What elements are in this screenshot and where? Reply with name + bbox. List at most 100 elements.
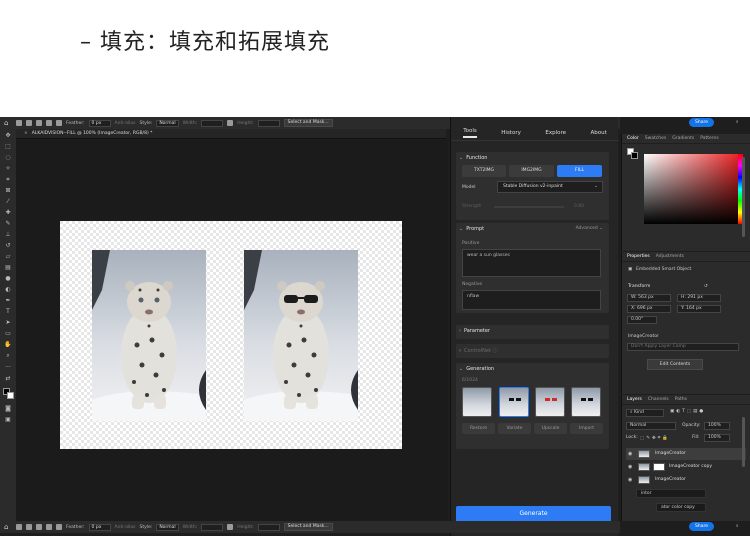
intersect-selection-icon[interactable] xyxy=(56,120,62,126)
lock-icons[interactable]: ⬚✎✥⌗🔒 xyxy=(640,435,670,441)
healing-brush-icon[interactable]: ✚ xyxy=(4,210,12,216)
marquee-tool-icon[interactable] xyxy=(16,120,22,126)
tab-about[interactable]: About xyxy=(590,130,606,136)
eye-icon[interactable]: ◉ xyxy=(628,448,632,460)
share-button[interactable]: Share xyxy=(689,118,714,127)
variate-button[interactable]: Variate xyxy=(498,423,531,434)
controlnet-section[interactable]: › ControlNet ⓘ xyxy=(456,344,609,358)
opacity-input[interactable]: 100% xyxy=(704,422,730,430)
layer-filter-select[interactable]: ⌕ Kind xyxy=(626,409,664,417)
upscale-button[interactable]: Upscale xyxy=(534,423,567,434)
angle-field[interactable]: 0.00° xyxy=(627,316,657,324)
pen-tool-icon[interactable]: ✒ xyxy=(4,298,12,304)
tab-history[interactable]: History xyxy=(501,130,521,136)
crop-tool-icon[interactable]: ⌗ xyxy=(4,177,12,183)
tab-channels[interactable]: Channels xyxy=(648,397,669,402)
more-tools-icon[interactable]: ··· xyxy=(4,365,12,371)
scrollbar[interactable] xyxy=(742,417,745,467)
edit-contents-button[interactable]: Edit Contents xyxy=(647,359,703,370)
x-field[interactable]: X: 696 px xyxy=(627,305,671,313)
eraser-icon[interactable]: ▱ xyxy=(4,254,12,260)
advanced-toggle[interactable]: Advanced ⌄ xyxy=(576,226,603,231)
tab-color[interactable]: Color xyxy=(627,136,639,141)
layer-row[interactable]: ◉ ImageCreator xyxy=(626,448,746,460)
eye-icon[interactable]: ◉ xyxy=(628,461,632,473)
close-tab-icon[interactable]: × xyxy=(24,131,28,136)
tab-explore[interactable]: Explore xyxy=(545,130,566,136)
document-canvas[interactable] xyxy=(60,221,402,449)
function-header[interactable]: ⌄ Function xyxy=(459,155,487,161)
txt2img-button[interactable]: TXT2IMG xyxy=(462,165,506,177)
blend-mode-select[interactable]: Normal xyxy=(626,422,676,430)
generate-button[interactable]: Generate xyxy=(456,506,611,522)
home-icon[interactable]: ⌂ xyxy=(4,119,12,127)
move-tool-icon[interactable]: ✥ xyxy=(4,133,12,139)
height-input[interactable] xyxy=(257,119,280,127)
y-field[interactable]: Y: 164 px xyxy=(677,305,721,313)
layer-row[interactable]: ◉ ImageCreator xyxy=(626,474,746,486)
swap-icon[interactable] xyxy=(227,524,234,530)
tab-properties[interactable]: Properties xyxy=(627,254,650,259)
generated-thumbnail[interactable] xyxy=(571,387,601,417)
layer-row[interactable]: ◉ ImageCreator copy xyxy=(626,461,746,473)
blur-tool-icon[interactable]: ● xyxy=(4,276,12,282)
path-selection-icon[interactable]: ➤ xyxy=(4,320,12,326)
width-input[interactable] xyxy=(201,119,224,127)
tab-layers[interactable]: Layers xyxy=(627,397,642,402)
zoom-tool-icon[interactable]: ⌕ xyxy=(4,353,12,359)
select-and-mask-button[interactable]: Select and Mask... xyxy=(283,119,333,127)
prompt-header[interactable]: ⌄ Prompt xyxy=(459,226,484,232)
canvas-area[interactable] xyxy=(16,140,448,521)
background-color-swatch[interactable] xyxy=(7,392,14,399)
tab-patterns[interactable]: Patterns xyxy=(700,136,719,141)
tab-tools[interactable]: Tools xyxy=(463,128,477,138)
subtract-selection-icon[interactable] xyxy=(46,120,52,126)
style-select[interactable]: Normal xyxy=(156,119,179,127)
tab-gradients[interactable]: Gradients xyxy=(672,136,694,141)
new-selection-icon[interactable] xyxy=(26,524,32,530)
select-and-mask-button[interactable]: Select and Mask... xyxy=(283,523,333,531)
subtract-selection-icon[interactable] xyxy=(46,524,52,530)
fill-button[interactable]: FILL xyxy=(557,165,602,177)
strength-slider[interactable] xyxy=(494,206,564,208)
feather-input[interactable]: 0 px xyxy=(88,523,111,531)
magic-wand-icon[interactable]: ✧ xyxy=(4,166,12,172)
screen-mode-icon[interactable]: ▣ xyxy=(4,417,12,423)
add-selection-icon[interactable] xyxy=(36,120,42,126)
marquee-tool-icon[interactable] xyxy=(16,524,22,530)
parameter-section[interactable]: › Parameter xyxy=(456,325,609,339)
share-button[interactable]: Share xyxy=(689,522,714,531)
intersect-selection-icon[interactable] xyxy=(56,524,62,530)
add-selection-icon[interactable] xyxy=(36,524,42,530)
layer-filter-icons[interactable]: ▣◐T⬚▤● xyxy=(670,409,705,414)
dodge-tool-icon[interactable]: ◐ xyxy=(4,287,12,293)
edit-toolbar-icon[interactable]: ⇄ xyxy=(4,376,12,382)
generated-thumbnail[interactable] xyxy=(499,387,529,417)
tab-paths[interactable]: Paths xyxy=(675,397,687,402)
style-select[interactable]: Normal xyxy=(156,523,179,531)
layer-comp-select[interactable]: Don't Apply Layer Comp xyxy=(627,343,739,351)
feather-input[interactable]: 0 px xyxy=(88,119,111,127)
marquee-tool-icon[interactable]: ⬚ xyxy=(4,144,12,150)
negative-prompt-input[interactable]: nflaw xyxy=(462,290,601,310)
swap-icon[interactable] xyxy=(227,120,234,126)
new-selection-icon[interactable] xyxy=(26,120,32,126)
gradient-tool-icon[interactable]: ▤ xyxy=(4,265,12,271)
height-input[interactable] xyxy=(257,523,280,531)
eyedropper-icon[interactable]: ⁄ xyxy=(4,199,12,205)
home-icon[interactable]: ⌂ xyxy=(4,523,12,531)
clone-stamp-icon[interactable]: ⊥ xyxy=(4,232,12,238)
generation-header[interactable]: ⌄ Generation xyxy=(459,366,494,372)
eye-icon[interactable]: ◉ xyxy=(628,474,632,486)
background-swatch[interactable] xyxy=(631,152,638,159)
search-icon[interactable]: ⌕ xyxy=(736,119,739,125)
model-select[interactable]: Stable Diffusion v2-inpaint ⌄ xyxy=(497,181,603,193)
width-field[interactable]: W: 563 px xyxy=(627,294,671,302)
color-picker-field[interactable] xyxy=(644,154,741,224)
fill-input[interactable]: 100% xyxy=(704,434,730,442)
type-tool-icon[interactable]: T xyxy=(4,309,12,315)
rectangle-tool-icon[interactable]: ▭ xyxy=(4,331,12,337)
scrollbar[interactable] xyxy=(742,157,745,237)
hand-tool-icon[interactable]: ✋ xyxy=(4,342,12,348)
antialias-checkbox[interactable]: Anti-alias xyxy=(115,121,136,126)
